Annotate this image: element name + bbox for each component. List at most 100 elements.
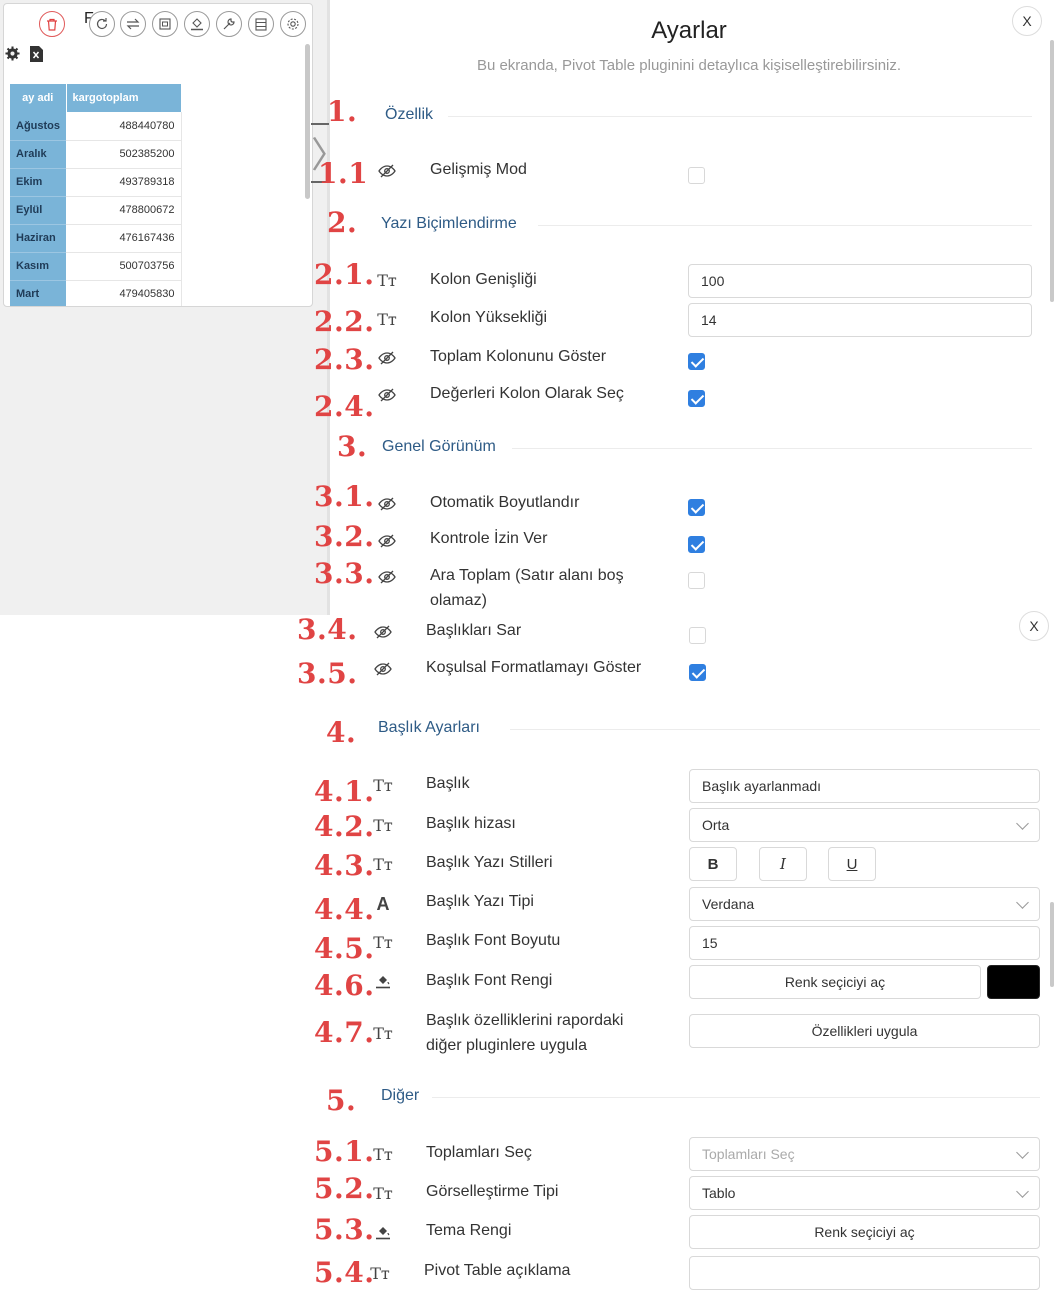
table-row: Ekim 493789318 xyxy=(10,168,182,197)
table-row: Ağustos 488440780 xyxy=(10,112,182,141)
swap-icon[interactable] xyxy=(120,11,146,37)
degerleri-kolon-checkbox[interactable] xyxy=(688,390,705,407)
panel-scrollbar[interactable] xyxy=(1050,40,1054,302)
step-number: 5.2. xyxy=(314,1172,375,1205)
setting-label: Başlık özelliklerini rapordaki xyxy=(426,1012,624,1029)
excel-export-icon[interactable] xyxy=(30,46,43,67)
toplam-kolonu-checkbox[interactable] xyxy=(688,353,705,370)
section-divider xyxy=(448,116,1032,117)
close-button-secondary[interactable]: X xyxy=(1019,611,1049,641)
pivot-widget: F y ay adi kargotoplam Ağustos4 xyxy=(3,3,313,307)
row-header: Ekim xyxy=(10,168,66,197)
text-size-icon: Tт xyxy=(373,775,393,795)
column-header[interactable]: kargotoplam xyxy=(66,84,182,112)
settings-gear-icon[interactable] xyxy=(5,46,20,66)
pivot-aciklama-input[interactable] xyxy=(689,1256,1040,1290)
kontrole-izin-checkbox[interactable] xyxy=(688,536,705,553)
step-number: 4.5. xyxy=(314,932,375,965)
setting-label-continued: diğer pluginlere uygula xyxy=(426,1037,587,1054)
text-size-icon: Tт xyxy=(370,1263,390,1283)
paint-bucket-icon xyxy=(372,971,394,991)
step-number: 3.2. xyxy=(314,520,375,553)
table-layout-icon[interactable] xyxy=(248,11,274,37)
baslik-font-boyutu-input[interactable]: 15 xyxy=(689,926,1040,960)
refresh-icon[interactable] xyxy=(89,11,115,37)
column-header[interactable]: ay adi xyxy=(10,84,67,112)
delete-icon[interactable] xyxy=(39,11,65,37)
toplamlari-sec-select[interactable]: Toplamları Seç xyxy=(689,1137,1040,1171)
setting-label: Toplamları Seç xyxy=(426,1144,532,1161)
step-number: 3.1. xyxy=(314,480,375,513)
underline-button[interactable]: U xyxy=(828,847,876,881)
setting-label: Kolon Yüksekliği xyxy=(430,309,548,326)
baslik-font-color-swatch[interactable] xyxy=(987,965,1040,999)
ara-toplam-checkbox[interactable] xyxy=(688,572,705,589)
gelismis-mod-checkbox[interactable] xyxy=(688,167,705,184)
table-row: Eylül 478800672 xyxy=(10,196,182,225)
step-number: 2. xyxy=(327,206,358,239)
baslik-hizasi-select[interactable]: Orta xyxy=(689,808,1040,842)
pivot-table: ay adi kargotoplam Ağustos 488440780 Aral… xyxy=(10,84,182,306)
panel-subtitle: Bu ekranda, Pivot Table pluginini detayl… xyxy=(476,57,902,74)
wrench-icon[interactable] xyxy=(216,11,242,37)
baslik-yazi-tipi-select[interactable]: Verdana xyxy=(689,887,1040,921)
cell-value: 476167436 xyxy=(66,224,182,253)
setting-label: Başlık Font Rengi xyxy=(426,972,553,989)
baslik-renk-secici-button[interactable]: Renk seçiciyi aç xyxy=(689,965,981,999)
setting-label: Ara Toplam (Satır alanı boş xyxy=(430,567,624,584)
step-number: 5.4. xyxy=(314,1256,375,1289)
widget-scrollbar[interactable] xyxy=(305,44,310,199)
section-title-diger: Diğer xyxy=(381,1087,420,1104)
select-placeholder: Toplamları Seç xyxy=(702,1146,795,1162)
eye-slash-icon xyxy=(372,622,394,642)
table-row: Mart 479405830 xyxy=(10,280,182,306)
baslik-input[interactable]: Başlık ayarlanmadı xyxy=(689,769,1040,803)
row-header: Kasım xyxy=(10,252,66,281)
select-value: Verdana xyxy=(702,896,755,912)
step-number: 2.1. xyxy=(314,258,375,291)
select-value: Tablo xyxy=(702,1185,736,1201)
italic-button[interactable]: I xyxy=(759,847,807,881)
row-header: Eylül xyxy=(10,196,66,225)
cell-value: 488440780 xyxy=(66,112,182,141)
paint-bucket-icon[interactable] xyxy=(184,11,210,37)
font-icon: A xyxy=(376,893,390,914)
setting-label: Başlık Yazı Tipi xyxy=(426,893,534,910)
tema-renk-secici-button[interactable]: Renk seçiciyi aç xyxy=(689,1215,1040,1249)
bold-button[interactable]: B xyxy=(689,847,737,881)
setting-label: Başlık Yazı Stilleri xyxy=(426,854,553,871)
table-row: Kasım 500703756 xyxy=(10,252,182,281)
panel-scrollbar-lower[interactable] xyxy=(1050,902,1054,987)
otomatik-boyut-checkbox[interactable] xyxy=(688,499,705,516)
section-title-yazi: Yazı Biçimlendirme xyxy=(381,215,517,232)
eye-slash-icon xyxy=(376,385,398,405)
gear-icon[interactable] xyxy=(280,11,306,37)
cell-value: 493789318 xyxy=(66,168,182,197)
eye-slash-icon xyxy=(376,531,398,551)
paint-bucket-icon xyxy=(372,1222,394,1242)
gorsellestirme-tipi-select[interactable]: Tablo xyxy=(689,1176,1040,1210)
ozellikleri-uygula-button[interactable]: Özellikleri uygula xyxy=(689,1014,1040,1048)
close-button[interactable]: X xyxy=(1012,6,1042,36)
step-number: 3. xyxy=(337,430,368,463)
eye-slash-icon xyxy=(372,659,394,679)
setting-label: Tema Rengi xyxy=(426,1222,512,1239)
kosulsal-checkbox[interactable] xyxy=(689,664,706,681)
step-number: 3.3. xyxy=(314,557,375,590)
kolon-yuksekligi-input[interactable]: 14 xyxy=(688,303,1032,337)
setting-label: Başlıkları Sar xyxy=(426,622,522,639)
cell-value: 502385200 xyxy=(66,140,182,169)
select-value: Orta xyxy=(702,817,730,833)
setting-label: Başlık hizası xyxy=(426,815,516,832)
frame-icon[interactable] xyxy=(152,11,178,37)
basliklari-sar-checkbox[interactable] xyxy=(689,627,706,644)
row-header: Ağustos xyxy=(10,112,66,141)
setting-label: Kontrole İzin Ver xyxy=(430,530,548,547)
setting-label-continued: olamaz) xyxy=(430,592,487,609)
row-header: Mart xyxy=(10,280,66,306)
table-row: Haziran 476167436 xyxy=(10,224,182,253)
step-number: 5.3. xyxy=(314,1213,375,1246)
setting-label: Kolon Genişliği xyxy=(430,271,537,288)
kolon-genisligi-input[interactable]: 100 xyxy=(688,264,1032,298)
text-size-icon: Tт xyxy=(373,1144,393,1164)
